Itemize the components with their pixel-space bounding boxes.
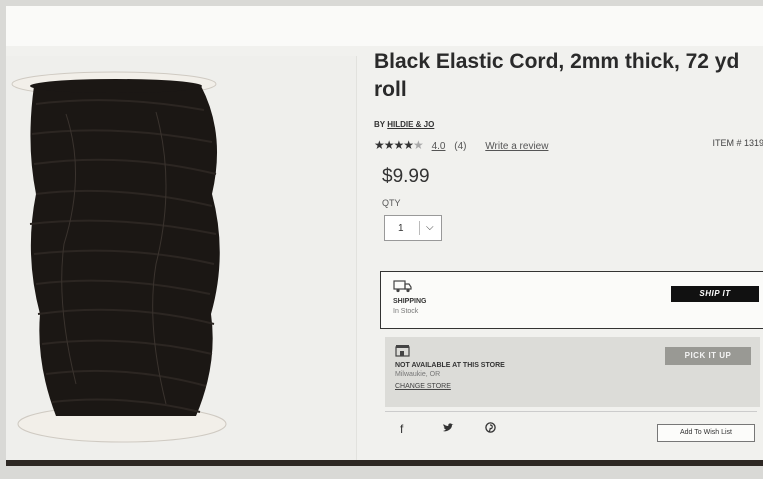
facebook-icon[interactable]: f bbox=[400, 422, 438, 436]
product-title: Black Elastic Cord, 2mm thick, 72 yd rol… bbox=[374, 48, 763, 104]
elastic-cord-spool bbox=[11, 71, 227, 443]
product-title-line1: Black Elastic Cord, 2mm thick, 72 yd bbox=[374, 50, 740, 73]
change-store-link[interactable]: CHANGE STORE bbox=[395, 383, 451, 390]
pickup-option[interactable]: NOT AVAILABLE AT THIS STORE Milwaukie, O… bbox=[385, 337, 760, 407]
by-prefix: BY bbox=[374, 120, 388, 129]
stars-filled: ★★★★ bbox=[374, 138, 414, 152]
byline: BY HILDIE & JO bbox=[374, 120, 763, 129]
stars-empty: ★ bbox=[413, 138, 424, 152]
divider bbox=[385, 411, 757, 412]
rating-count: (4) bbox=[454, 141, 467, 152]
item-number: ITEM # 13193 bbox=[712, 138, 763, 148]
rating-value[interactable]: 4.0 bbox=[432, 141, 446, 152]
product-title-line2: roll bbox=[374, 78, 407, 101]
ship-it-button[interactable]: SHIP IT bbox=[671, 286, 759, 302]
shipping-status: In Stock bbox=[393, 308, 419, 315]
qty-label: QTY bbox=[382, 198, 401, 208]
brand-link[interactable]: HILDIE & JO bbox=[387, 120, 434, 129]
add-to-wish-list-button[interactable]: Add To Wish List bbox=[657, 424, 755, 442]
product-image[interactable] bbox=[6, 24, 266, 443]
pickup-store: Milwaukie, OR bbox=[395, 371, 441, 378]
chevron-down-icon: ⌵ bbox=[426, 222, 434, 233]
product-info: Black Elastic Cord, 2mm thick, 72 yd rol… bbox=[374, 48, 763, 241]
social-share: f bbox=[400, 420, 523, 438]
truck-icon bbox=[393, 279, 413, 296]
twitter-icon[interactable] bbox=[442, 422, 480, 436]
quantity-value: 1 bbox=[398, 223, 404, 234]
pickup-title: NOT AVAILABLE AT THIS STORE bbox=[395, 362, 505, 369]
rating-row: ★★★★★ 4.0 (4) Write a review ITEM # 1319… bbox=[374, 138, 763, 152]
pick-it-up-button[interactable]: PICK IT UP bbox=[665, 347, 751, 365]
write-review-link[interactable]: Write a review bbox=[485, 141, 548, 152]
price: $9.99 bbox=[382, 166, 430, 187]
shipping-title: SHIPPING bbox=[393, 298, 427, 305]
star-rating-icon: ★★★★★ bbox=[374, 138, 424, 152]
quantity-divider bbox=[419, 221, 420, 235]
pinterest-icon[interactable] bbox=[485, 422, 523, 436]
store-icon bbox=[395, 344, 411, 361]
shipping-option[interactable]: SHIPPING In Stock SHIP IT bbox=[380, 271, 763, 329]
quantity-select[interactable]: 1 ⌵ bbox=[384, 215, 442, 241]
